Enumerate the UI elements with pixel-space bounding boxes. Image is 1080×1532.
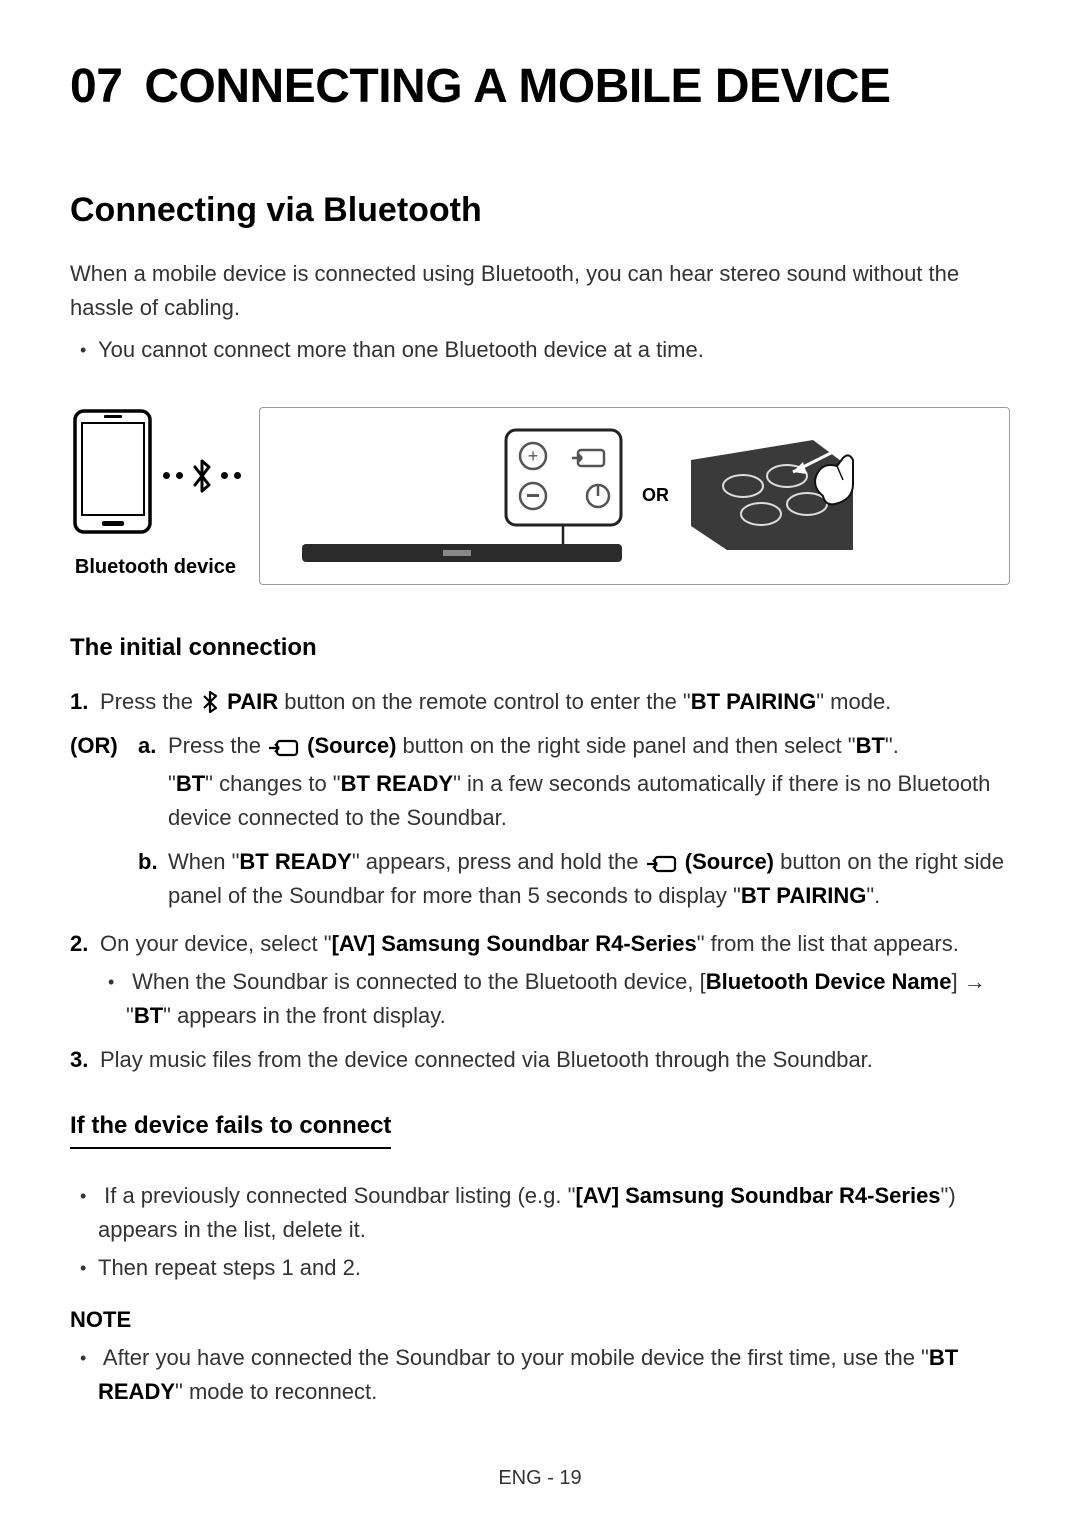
svg-text:+: + xyxy=(528,446,539,466)
page-footer: ENG - 19 xyxy=(0,1463,1080,1494)
source-label: (Source) xyxy=(685,849,774,874)
intro-bullet-list: You cannot connect more than one Bluetoo… xyxy=(70,333,1010,367)
soundbar-diagram: + OR xyxy=(259,407,1010,585)
step-text: Press the xyxy=(168,733,267,758)
list-item: If a previously connected Soundbar listi… xyxy=(98,1179,1010,1247)
step-text: " from the list that appears. xyxy=(697,931,959,956)
device-name-placeholder: Bluetooth Device Name xyxy=(706,969,952,994)
bluetooth-link xyxy=(163,457,241,495)
figure-row: Bluetooth device + OR xyxy=(70,407,1010,585)
dot-icon xyxy=(176,472,183,479)
chapter-title: 07 CONNECTING A MOBILE DEVICE xyxy=(70,50,1010,124)
initial-steps: 1. Press the PAIR button on the remote c… xyxy=(70,685,1010,1078)
source-label: (Source) xyxy=(307,733,396,758)
dot-icon xyxy=(234,472,241,479)
substep: a. Press the (Source) button on the righ… xyxy=(100,729,1010,835)
step-text: After you have connected the Soundbar to… xyxy=(103,1345,929,1370)
phone-icon xyxy=(70,409,155,534)
section-title: Connecting via Bluetooth xyxy=(70,184,1010,237)
step-number: 3. xyxy=(70,1043,88,1077)
list-item: Then repeat steps 1 and 2. xyxy=(98,1251,1010,1285)
step-number: 1. xyxy=(70,685,88,719)
step-text: " mode. xyxy=(816,689,891,714)
note-label: NOTE xyxy=(70,1303,1010,1337)
or-label: OR xyxy=(642,482,669,510)
fails-heading: If the device fails to connect xyxy=(70,1107,391,1148)
list-item: 2. On your device, select "[AV] Samsung … xyxy=(100,927,1010,1033)
bt-label: BT xyxy=(134,1003,163,1028)
substep-alpha: a. xyxy=(138,729,156,763)
step-text: If a previously connected Soundbar listi… xyxy=(104,1183,575,1208)
side-panel-icon xyxy=(683,436,863,556)
chapter-title-text: CONNECTING A MOBILE DEVICE xyxy=(144,60,890,113)
step-text: On your device, select " xyxy=(100,931,332,956)
step-text: " appears in the front display. xyxy=(163,1003,446,1028)
source-icon xyxy=(267,735,301,757)
chapter-number: 07 xyxy=(70,60,122,113)
phone-caption: Bluetooth device xyxy=(70,552,241,583)
intro-paragraph: When a mobile device is connected using … xyxy=(70,257,1010,325)
step-text: When the Soundbar is connected to the Bl… xyxy=(132,969,706,994)
step-text: When " xyxy=(168,849,239,874)
step-text: " mode to reconnect. xyxy=(175,1379,377,1404)
step-text: " changes to " xyxy=(205,771,340,796)
substep-alpha: b. xyxy=(138,845,158,879)
step-text: Press the xyxy=(100,689,199,714)
step-text: " appears, press and hold the xyxy=(352,849,645,874)
phone-group: Bluetooth device xyxy=(70,409,241,583)
bluetooth-icon xyxy=(199,689,221,711)
pair-label: PAIR xyxy=(227,689,278,714)
btpairing-label: BT PAIRING xyxy=(741,883,866,908)
step-text: " xyxy=(168,771,176,796)
step-text: Play music files from the device connect… xyxy=(100,1047,873,1072)
step-number: 2. xyxy=(70,927,88,961)
btready-label: BT READY xyxy=(341,771,453,796)
btready-label: BT READY xyxy=(239,849,351,874)
substep: b. When "BT READY" appears, press and ho… xyxy=(100,845,1010,913)
list-item: When the Soundbar is connected to the Bl… xyxy=(126,965,1010,1033)
substep-para: "BT" changes to "BT READY" in a few seco… xyxy=(168,767,1010,835)
step-text: button on the right side panel and then … xyxy=(396,733,855,758)
bt-label: BT xyxy=(176,771,205,796)
source-icon xyxy=(645,851,679,873)
list-item: (OR) a. Press the (Source) button on the… xyxy=(100,729,1010,913)
soundbar-remote-icon: + xyxy=(288,426,628,566)
nested-list: When the Soundbar is connected to the Bl… xyxy=(100,965,1010,1033)
device-name: [AV] Samsung Soundbar R4-Series xyxy=(575,1183,940,1208)
note-list: After you have connected the Soundbar to… xyxy=(70,1341,1010,1409)
bluetooth-icon xyxy=(189,457,215,495)
bt-label: BT xyxy=(856,733,885,758)
step-text: ". xyxy=(885,733,899,758)
list-item: You cannot connect more than one Bluetoo… xyxy=(98,333,1010,367)
step-text: ". xyxy=(866,883,880,908)
list-item: 1. Press the PAIR button on the remote c… xyxy=(100,685,1010,719)
device-name: [AV] Samsung Soundbar R4-Series xyxy=(332,931,697,956)
dot-icon xyxy=(221,472,228,479)
initial-heading: The initial connection xyxy=(70,629,1010,666)
fails-list: If a previously connected Soundbar listi… xyxy=(70,1179,1010,1285)
mode-label: BT PAIRING xyxy=(691,689,816,714)
list-item: 3. Play music files from the device conn… xyxy=(100,1043,1010,1077)
list-item: After you have connected the Soundbar to… xyxy=(98,1341,1010,1409)
dot-icon xyxy=(163,472,170,479)
step-text: button on the remote control to enter th… xyxy=(278,689,691,714)
